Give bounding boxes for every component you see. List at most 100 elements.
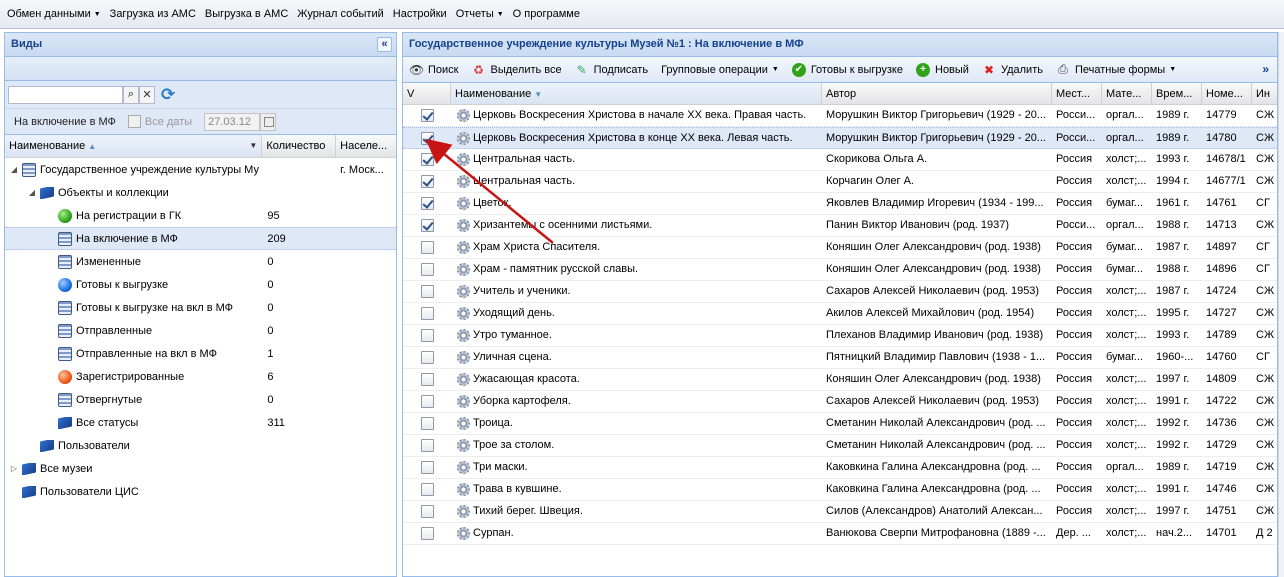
table-row[interactable]: Храм - памятник русской славы. Коняшин Ол… — [403, 259, 1277, 281]
tree-node[interactable]: Зарегистрированные 6 — [5, 365, 396, 388]
calendar-icon[interactable] — [260, 112, 277, 131]
menu-item[interactable]: Загрузка из АМС — [106, 3, 200, 25]
menu-item[interactable]: О программе — [509, 3, 584, 25]
date-field[interactable]: 27.03.12 — [204, 112, 261, 131]
tree-node[interactable]: На включение в МФ 209 — [5, 227, 396, 250]
table-row[interactable]: Храм Христа Спасителя. Коняшин Олег Алекс… — [403, 237, 1277, 259]
table-row[interactable]: Центральная часть. Скорикова Ольга А. Росс… — [403, 149, 1277, 171]
tree-node[interactable]: Готовы к выгрузке 0 — [5, 273, 396, 296]
toolbar-button[interactable]: ✖ Удалить — [982, 63, 1043, 77]
all-dates-checkbox[interactable] — [127, 115, 141, 128]
column-menu-icon[interactable]: ▼ — [249, 135, 257, 157]
tree-toggle-icon[interactable]: ▷ — [9, 464, 19, 473]
column-header-place[interactable]: Мест... — [1052, 83, 1102, 104]
column-header-time[interactable]: Врем... — [1152, 83, 1202, 104]
column-header-number[interactable]: Номе... — [1202, 83, 1252, 104]
column-header-author[interactable]: Автор — [822, 83, 1052, 104]
toolbar-button[interactable]: ⎙ Печатные формы ▼ — [1056, 62, 1176, 77]
row-checkbox[interactable] — [421, 483, 434, 496]
row-checkbox[interactable] — [421, 153, 434, 166]
tree-node[interactable]: ◢ Объекты и коллекции — [5, 181, 396, 204]
tree-node[interactable]: На регистрации в ГК 95 — [5, 204, 396, 227]
table-row[interactable]: Уборка картофеля. Сахаров Алексей Николае… — [403, 391, 1277, 413]
tree-node[interactable]: Готовы к выгрузке на вкл в МФ 0 — [5, 296, 396, 319]
table-row[interactable]: Центральная часть. Корчагин Олег А. Россия… — [403, 171, 1277, 193]
row-checkbox[interactable] — [421, 109, 434, 122]
row-checkbox[interactable] — [421, 417, 434, 430]
column-header-material[interactable]: Мате... — [1102, 83, 1152, 104]
toolbar-button[interactable]: ✔ Готовы к выгрузке — [791, 62, 903, 77]
table-row[interactable]: Тихий берег. Швеция. Силов (Александров) … — [403, 501, 1277, 523]
refresh-icon[interactable]: ⟳ — [161, 85, 175, 104]
row-checkbox[interactable] — [421, 219, 434, 232]
tree-node[interactable]: Измененные 0 — [5, 250, 396, 273]
row-checkbox[interactable] — [421, 131, 434, 145]
row-checkbox[interactable] — [421, 527, 434, 540]
row-checkbox[interactable] — [421, 307, 434, 320]
tree-node[interactable]: Отправленные на вкл в МФ 1 — [5, 342, 396, 365]
tree-node[interactable]: Пользователи — [5, 434, 396, 457]
row-checkbox[interactable] — [421, 241, 434, 254]
tree-toggle-icon[interactable]: ◢ — [9, 165, 19, 174]
window-scrollbar[interactable] — [1278, 32, 1284, 577]
column-header-name[interactable]: Наименование ▲ ▼ — [5, 135, 263, 157]
table-row[interactable]: Трое за столом. Сметанин Николай Александ… — [403, 435, 1277, 457]
clear-search-icon[interactable]: ✕ — [139, 85, 155, 104]
menu-item[interactable]: Отчеты ▼ — [452, 3, 508, 25]
table-row[interactable]: Сурпан. Ванюкова Сверпи Митрофановна (188… — [403, 523, 1277, 545]
row-author: Корчагин Олег А. — [826, 175, 914, 187]
table-row[interactable]: Троица. Сметанин Николай Александрович (р… — [403, 413, 1277, 435]
table-row[interactable]: Учитель и ученики. Сахаров Алексей Никола… — [403, 281, 1277, 303]
tree-node-count: 0 — [267, 393, 274, 406]
tree-node-name-cell: Отвергнутые — [5, 392, 262, 407]
tree-node[interactable]: Отправленные 0 — [5, 319, 396, 342]
table-row[interactable]: Ужасающая красота. Коняшин Олег Александр… — [403, 369, 1277, 391]
toolbar-button[interactable]: 👁 Поиск — [409, 63, 458, 77]
tree-node-label: Отправленные на вкл в МФ — [76, 347, 217, 360]
row-checkbox[interactable] — [421, 373, 434, 386]
tree-node[interactable]: Отвергнутые 0 — [5, 388, 396, 411]
menu-item[interactable]: Журнал событий — [293, 3, 387, 25]
table-row[interactable]: Церковь Воскресения Христова в начале XX… — [403, 105, 1277, 127]
row-extra: СГ — [1256, 241, 1270, 253]
menu-item[interactable]: Выгрузка в АМС — [201, 3, 292, 25]
row-checkbox[interactable] — [421, 285, 434, 298]
row-checkbox[interactable] — [421, 197, 434, 210]
toolbar-overflow-icon[interactable]: » — [1262, 62, 1269, 76]
table-row[interactable]: Хризантемы с осенними листьями. Панин Вик… — [403, 215, 1277, 237]
column-header-place[interactable]: Населе... — [336, 135, 396, 157]
tree-node[interactable]: ▷ Все музеи — [5, 457, 396, 480]
row-checkbox[interactable] — [421, 263, 434, 276]
table-row[interactable]: Церковь Воскресения Христова в конце XX … — [403, 127, 1277, 149]
toolbar-button[interactable]: ♻ Выделить все — [471, 63, 562, 77]
row-checkbox[interactable] — [421, 175, 434, 188]
row-checkbox[interactable] — [421, 461, 434, 474]
tree-toggle-icon[interactable]: ◢ — [27, 188, 37, 197]
toolbar-button[interactable]: ✎ Подписать — [575, 63, 648, 77]
row-checkbox[interactable] — [421, 351, 434, 364]
row-checkbox[interactable] — [421, 505, 434, 518]
column-header-extra[interactable]: Ин — [1252, 83, 1277, 104]
tree-node[interactable]: Пользователи ЦИС — [5, 480, 396, 503]
collapse-panel-icon[interactable]: « — [377, 37, 392, 52]
table-row[interactable]: Уличная сцена. Пятницкий Владимир Павлови… — [403, 347, 1277, 369]
views-search-input[interactable] — [8, 85, 123, 104]
toolbar-button[interactable]: Групповые операции ▼ — [661, 64, 779, 76]
table-row[interactable]: Цветок. Яковлев Владимир Игоревич (1934 -… — [403, 193, 1277, 215]
column-header-v[interactable]: V — [403, 83, 451, 104]
menu-item[interactable]: Обмен данными ▼ — [3, 3, 105, 25]
search-icon[interactable]: ⌕ — [123, 85, 139, 104]
menu-item[interactable]: Настройки — [389, 3, 451, 25]
column-header-count[interactable]: Количество — [262, 135, 337, 157]
row-checkbox[interactable] — [421, 395, 434, 408]
row-checkbox[interactable] — [421, 329, 434, 342]
column-header-title[interactable]: Наименование ▼ — [451, 83, 822, 104]
table-row[interactable]: Уходящий день. Акилов Алексей Михайлович … — [403, 303, 1277, 325]
tree-node[interactable]: Все статусы 311 — [5, 411, 396, 434]
row-checkbox[interactable] — [421, 439, 434, 452]
tree-node[interactable]: ◢ Государственное учреждение культуры Му г… — [5, 158, 396, 181]
toolbar-button[interactable]: + Новый — [916, 62, 969, 77]
table-row[interactable]: Три маски. Каковкина Галина Александровна… — [403, 457, 1277, 479]
table-row[interactable]: Трава в кувшине. Каковкина Галина Алексан… — [403, 479, 1277, 501]
table-row[interactable]: Утро туманное. Плеханов Владимир Иванович… — [403, 325, 1277, 347]
